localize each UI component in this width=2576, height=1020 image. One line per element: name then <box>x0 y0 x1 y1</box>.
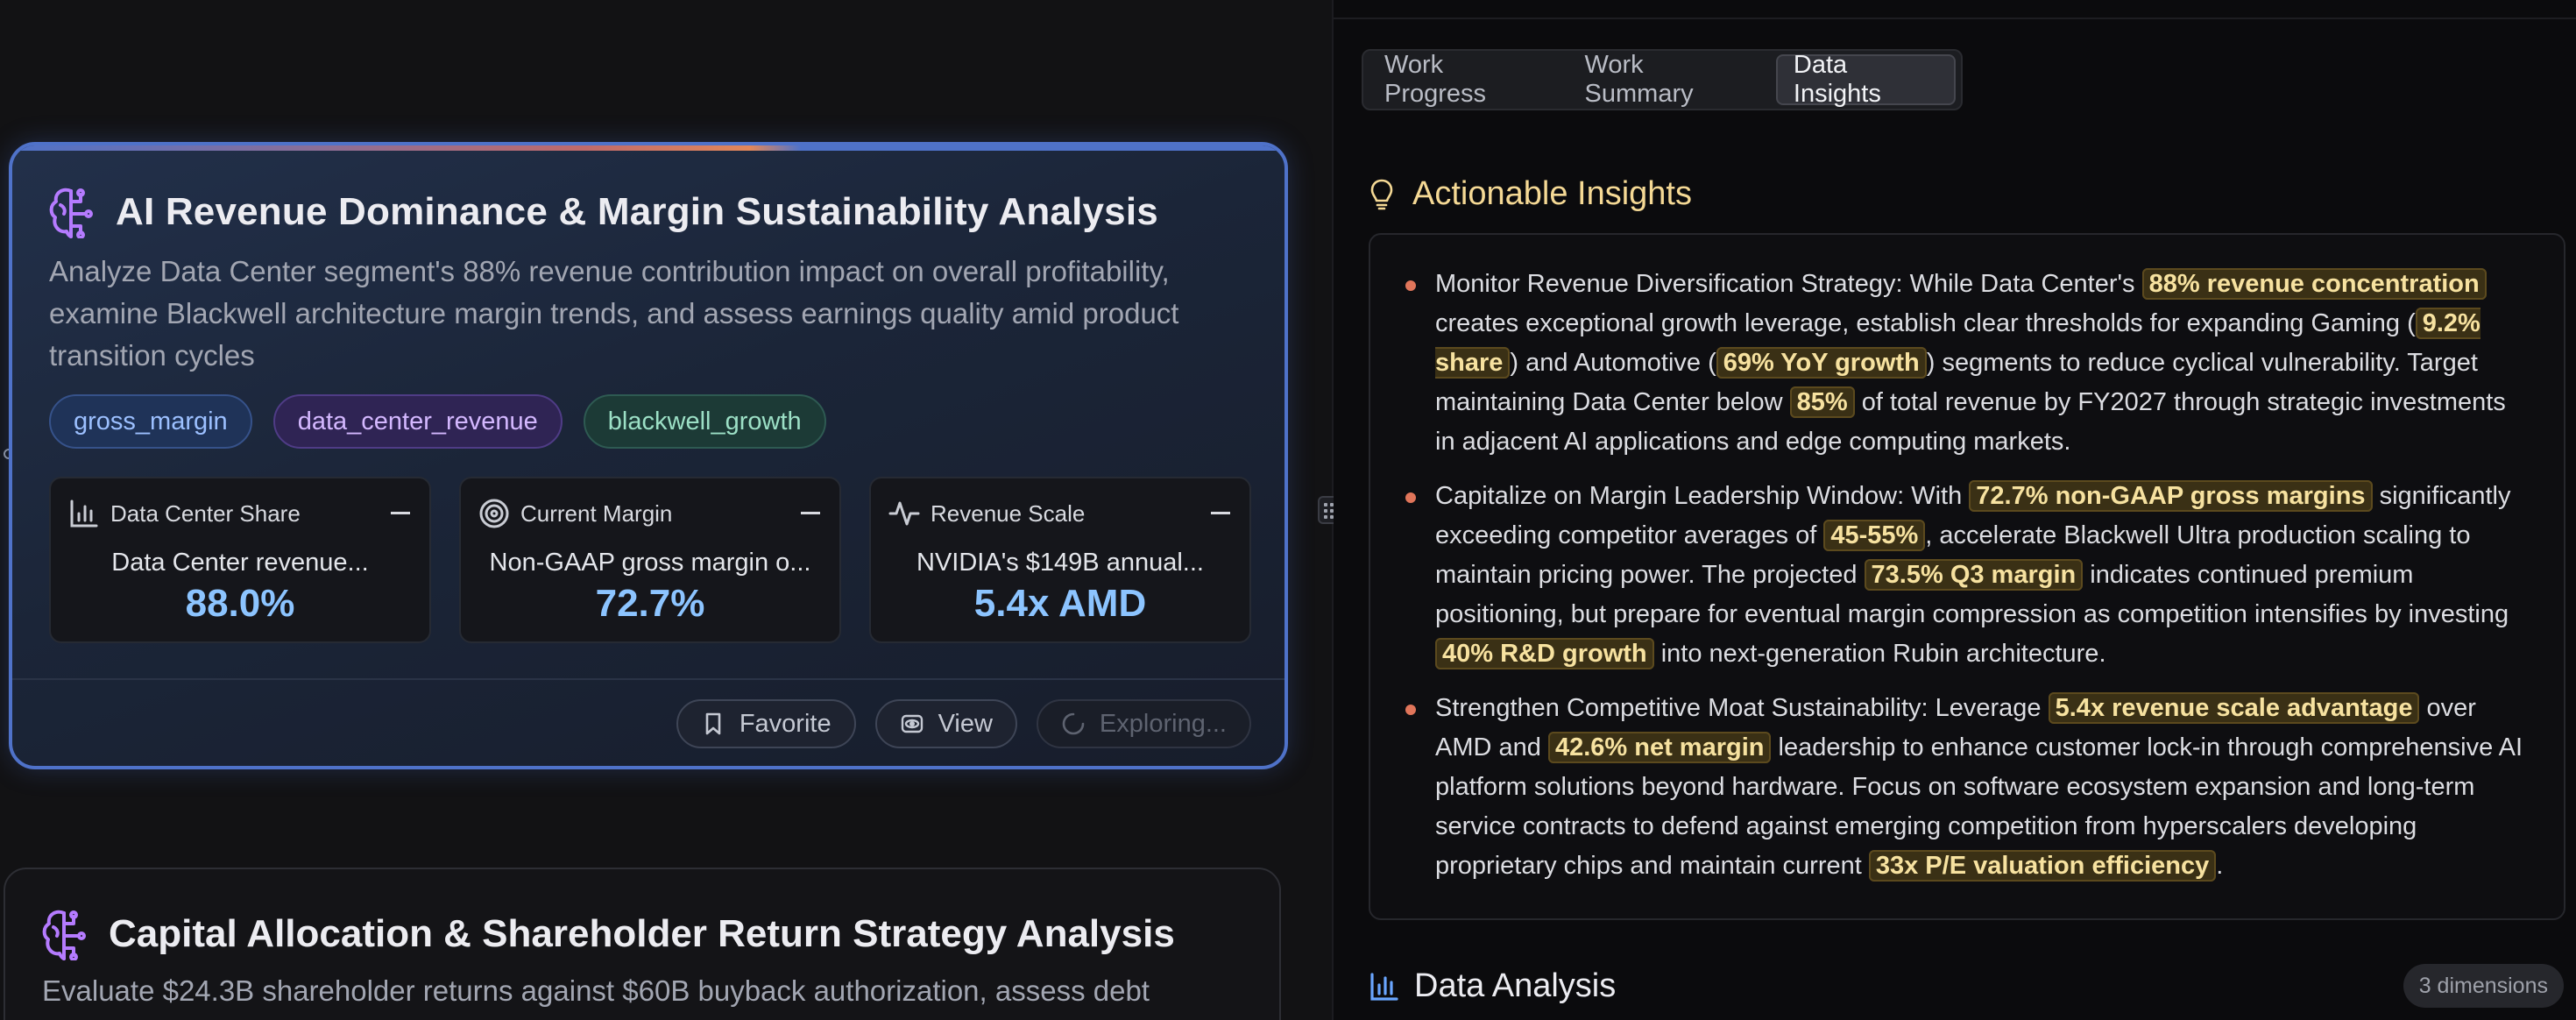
bullet-dot <box>1405 492 1416 503</box>
exploring-button[interactable]: Exploring... <box>1036 699 1251 748</box>
divider <box>12 678 1284 680</box>
metric-value: 72.7% <box>595 582 705 625</box>
analysis-list-panel: AI Revenue Dominance & Margin Sustainabi… <box>0 0 1332 1020</box>
card-title: AI Revenue Dominance & Margin Sustainabi… <box>116 190 1158 233</box>
metric-value: 88.0% <box>185 582 295 625</box>
view-label: View <box>938 709 993 738</box>
dimensions-badge: 3 dimensions <box>2403 964 2564 1008</box>
insights-list: Monitor Revenue Diversification Strategy… <box>1369 233 2565 920</box>
highlight: 40% R&D growth <box>1435 638 1654 669</box>
card-actions: Favorite View Exploring... <box>676 699 1251 748</box>
collapse-icon[interactable] <box>801 512 820 514</box>
activity-icon <box>888 501 920 526</box>
highlight: 72.7% non-GAAP gross margins <box>1969 480 2373 512</box>
section-title: Data Analysis <box>1414 967 1617 1004</box>
highlight: 5.4x revenue scale advantage <box>2048 692 2420 724</box>
data-analysis-header: Data Analysis <box>1369 967 1616 1005</box>
tab-data-insights[interactable]: Data Insights <box>1775 51 1956 108</box>
view-button[interactable]: View <box>874 699 1017 748</box>
metric-label: Data Center Share <box>110 499 301 527</box>
highlight: 45-55% <box>1823 520 1926 551</box>
tab-bar: Work Progress Work Summary Data Insights <box>1362 49 1963 110</box>
insights-header: Actionable Insights <box>1369 175 1692 213</box>
lightbulb-icon <box>1370 179 1393 209</box>
highlight: 69% YoY growth <box>1716 347 1927 379</box>
metric-value: 5.4x AMD <box>973 582 1147 625</box>
bullet-dot <box>1405 280 1416 291</box>
insights-panel: Work Progress Work Summary Data Insights… <box>1334 0 2576 1020</box>
exploring-label: Exploring... <box>1099 709 1227 738</box>
metric-subtitle: NVIDIA's $149B annual... <box>916 549 1204 577</box>
highlight: 85% <box>1789 386 1855 418</box>
card-description: Analyze Data Center segment's 88% revenu… <box>49 255 1179 372</box>
insight-text: . <box>2216 852 2224 880</box>
tab-work-progress[interactable]: Work Progress <box>1369 51 1564 108</box>
metric-label: Revenue Scale <box>931 499 1086 527</box>
brain-icon <box>42 910 86 960</box>
favorite-label: Favorite <box>739 709 832 738</box>
bullet-dot <box>1405 705 1416 715</box>
metric-label: Current Margin <box>520 499 673 527</box>
card-description: Evaluate $24.3B shareholder returns agai… <box>42 974 1150 1007</box>
bar-chart-icon <box>70 499 98 528</box>
highlight: 33x P/E valuation efficiency <box>1868 850 2217 882</box>
list-item: Monitor Revenue Diversification Strategy… <box>1405 265 2530 462</box>
metric-cards: Data Center Share Data Center revenue...… <box>49 477 1251 643</box>
analysis-card[interactable]: Capital Allocation & Shareholder Return … <box>4 868 1281 1020</box>
insight-text: Capitalize on Margin Leadership Window: … <box>1435 482 1970 510</box>
list-item: Capitalize on Margin Leadership Window: … <box>1405 477 2530 674</box>
tag-blackwell-growth[interactable]: blackwell_growth <box>583 394 826 449</box>
eye-icon <box>901 714 923 733</box>
tab-work-summary[interactable]: Work Summary <box>1569 51 1771 108</box>
highlight: 88% revenue concentration <box>2141 268 2487 300</box>
metric-subtitle: Data Center revenue... <box>111 549 369 577</box>
collapse-icon[interactable] <box>391 512 410 514</box>
metric-card-data-center-share[interactable]: Data Center Share Data Center revenue...… <box>49 477 431 643</box>
spinner-icon <box>1062 712 1085 735</box>
favorite-button[interactable]: Favorite <box>676 699 856 748</box>
insight-text: into next-generation Rubin architecture. <box>1653 640 2106 668</box>
tag-data-center-revenue[interactable]: data_center_revenue <box>272 394 563 449</box>
highlight: 73.5% Q3 margin <box>1864 559 2084 591</box>
insight-text: creates exceptional growth leverage, est… <box>1435 309 2416 337</box>
highlight: 42.6% net margin <box>1547 732 1772 763</box>
insight-text: Strengthen Competitive Moat Sustainabili… <box>1435 694 2049 722</box>
metric-subtitle: Non-GAAP gross margin o... <box>489 549 811 577</box>
tag-gross-margin[interactable]: gross_margin <box>49 394 252 449</box>
progress-bar <box>12 145 1284 151</box>
card-title: Capital Allocation & Shareholder Return … <box>109 912 1175 955</box>
divider <box>1334 18 2576 19</box>
insight-text: ) and Automotive ( <box>1510 349 1716 377</box>
tag-list: gross_margin data_center_revenue blackwe… <box>49 394 826 449</box>
bookmark-icon <box>705 712 721 735</box>
brain-icon <box>49 188 93 238</box>
target-icon <box>479 499 509 528</box>
insight-text: Monitor Revenue Diversification Strategy… <box>1435 270 2142 298</box>
section-title: Actionable Insights <box>1412 175 1692 212</box>
analysis-card-selected[interactable]: AI Revenue Dominance & Margin Sustainabi… <box>9 142 1288 769</box>
list-item: Strengthen Competitive Moat Sustainabili… <box>1405 689 2530 886</box>
bar-chart-icon <box>1370 972 1398 1001</box>
metric-card-current-margin[interactable]: Current Margin Non-GAAP gross margin o..… <box>459 477 841 643</box>
metric-card-revenue-scale[interactable]: Revenue Scale NVIDIA's $149B annual... 5… <box>869 477 1251 643</box>
collapse-icon[interactable] <box>1211 512 1230 514</box>
